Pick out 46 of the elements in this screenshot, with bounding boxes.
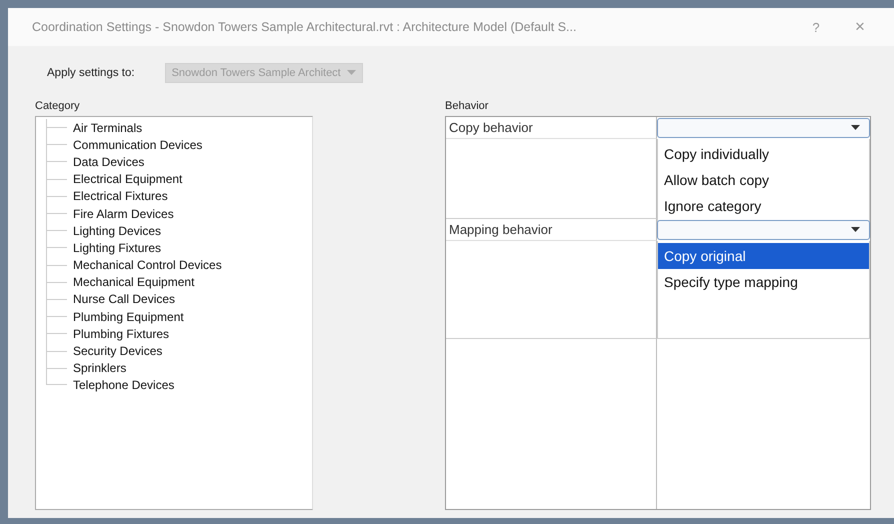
category-label: Category <box>35 100 81 112</box>
tree-item[interactable]: Lighting Fixtures <box>73 240 162 255</box>
tree-line <box>46 170 70 188</box>
caret-icon <box>851 227 860 233</box>
tree-item[interactable]: Plumbing Equipment <box>73 310 184 324</box>
tree-line <box>46 222 70 240</box>
tree-line <box>46 153 70 171</box>
tree-item[interactable]: Data Devices <box>73 154 144 169</box>
behavior-name: Copy behavior <box>449 120 533 135</box>
tree-line <box>46 239 70 256</box>
tree-line <box>46 290 70 308</box>
caret-icon <box>346 70 356 76</box>
dropdown-option[interactable]: Copy original <box>658 243 869 269</box>
behavior-label: Behavior <box>445 100 490 112</box>
tree-item[interactable]: Sprinklers <box>73 361 126 376</box>
tree-item[interactable]: Security Devices <box>73 344 162 358</box>
tree-line <box>46 256 70 274</box>
tree-line <box>46 274 70 291</box>
tree-line <box>46 342 70 360</box>
behavior-dropdown[interactable] <box>657 118 870 138</box>
tree-line <box>46 119 70 136</box>
tree-item[interactable]: Mechanical Equipment <box>73 275 194 290</box>
tree-line <box>46 325 70 342</box>
tree-item[interactable]: Lighting Devices <box>73 224 162 238</box>
apply-settings-label: Apply settings to: <box>47 67 135 79</box>
behavior-name: Mapping behavior <box>449 222 552 237</box>
dropdown-option[interactable]: Allow batch copy <box>658 167 869 193</box>
tree-item[interactable]: Nurse Call Devices <box>73 292 176 306</box>
tree-item[interactable]: Communication Devices <box>73 138 202 152</box>
dropdown-option[interactable]: Ignore category <box>658 193 869 219</box>
dropdown-option[interactable]: Specify type mapping <box>658 269 869 295</box>
behavior-dropdown[interactable] <box>657 220 870 240</box>
tree-item[interactable]: Fire Alarm Devices <box>73 206 174 221</box>
dropdown-option[interactable]: Copy individually <box>658 141 869 167</box>
window-title: Coordination Settings - Snowdon Towers Sample Architectural.rvt : Architecture Model (Default S... <box>32 20 578 34</box>
tree-item[interactable]: Mechanical Control Devices <box>73 258 222 272</box>
tree-line <box>46 136 70 154</box>
tree-item[interactable]: Electrical Equipment <box>73 172 182 186</box>
tree-item[interactable]: Electrical Fixtures <box>73 189 168 204</box>
tree-line <box>46 204 70 222</box>
caret-icon <box>851 125 860 131</box>
tree-item[interactable]: Telephone Devices <box>73 378 174 392</box>
tree-line <box>46 188 70 205</box>
tree-item[interactable]: Air Terminals <box>73 120 142 135</box>
tree-item[interactable]: Plumbing Fixtures <box>73 326 170 341</box>
tree-line <box>46 308 70 326</box>
